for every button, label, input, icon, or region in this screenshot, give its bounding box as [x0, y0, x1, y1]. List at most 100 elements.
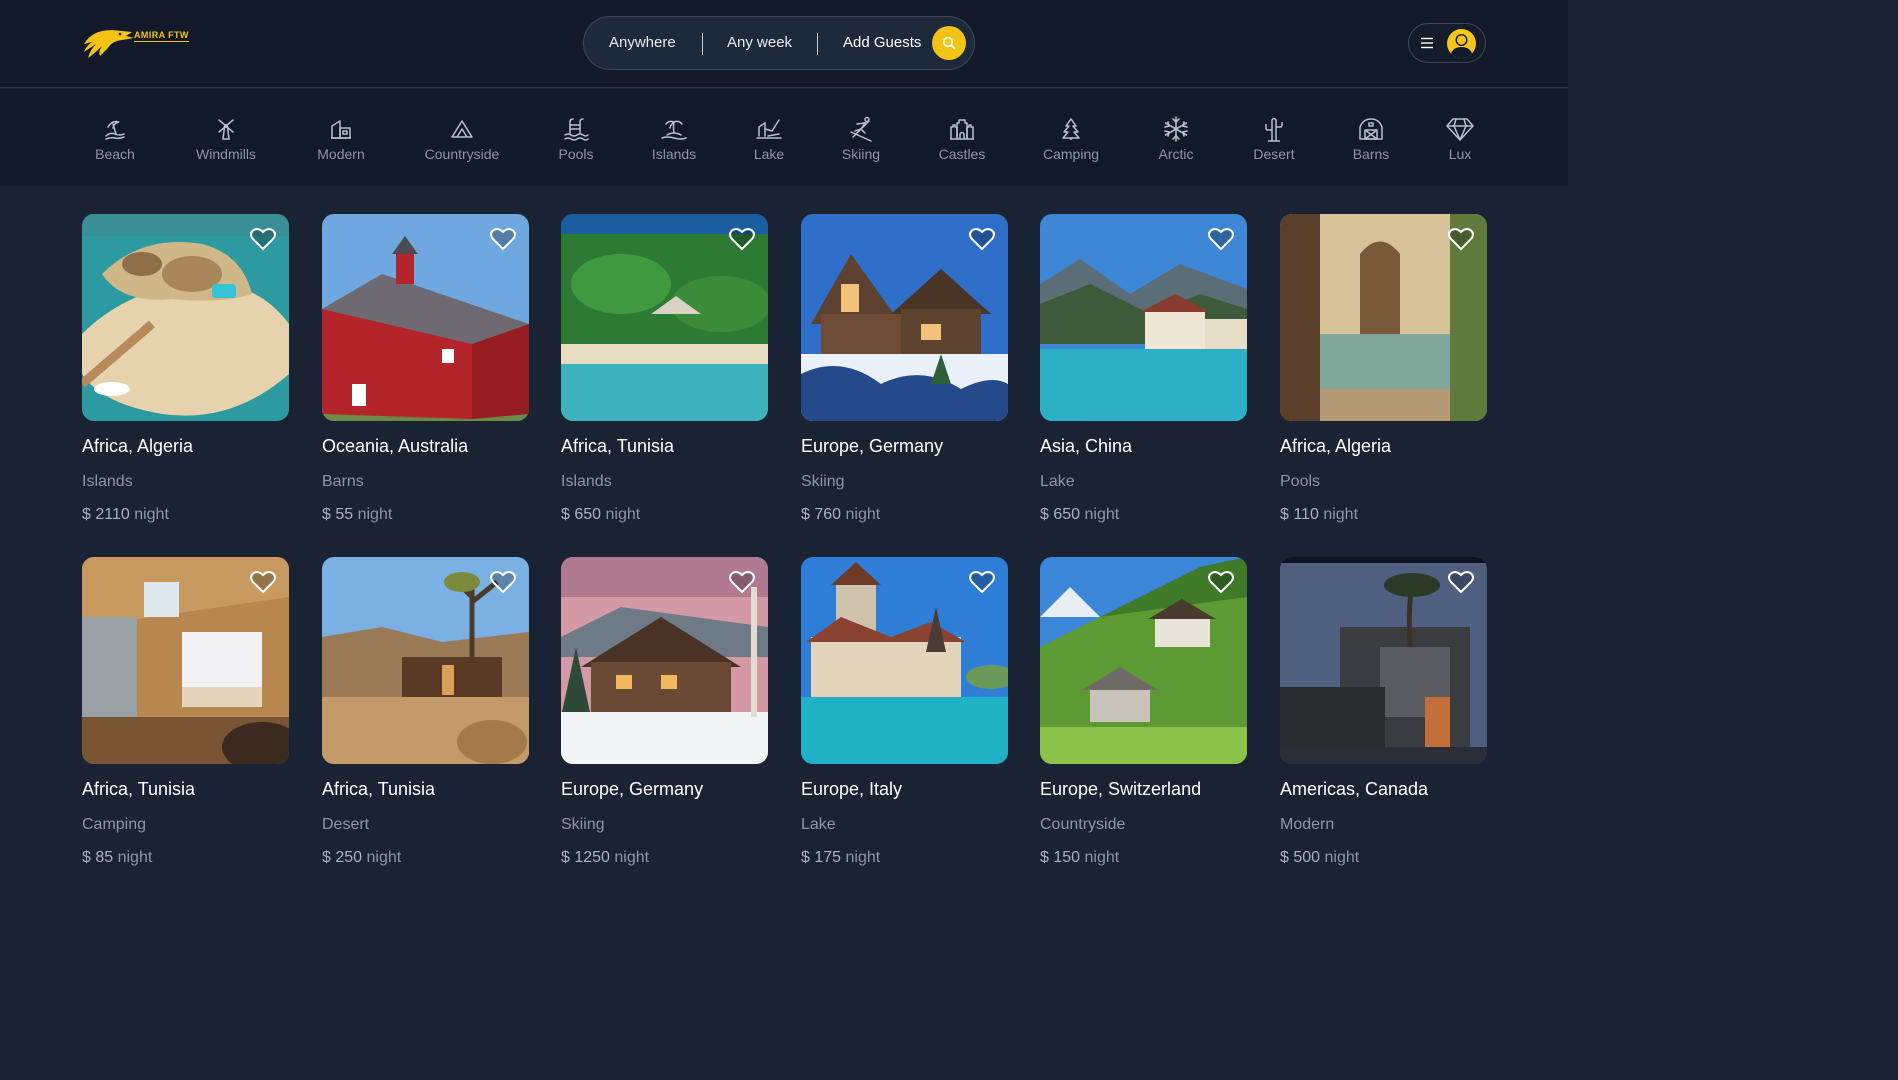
category-modern[interactable]: Modern	[311, 89, 371, 186]
category-windmills[interactable]: Windmills	[186, 89, 266, 186]
search-bar[interactable]: Anywhere Any week Add Guests	[583, 16, 975, 70]
listing-category: Lake	[1040, 473, 1075, 490]
heart-icon[interactable]	[1448, 227, 1474, 251]
listing-photo[interactable]	[82, 214, 289, 421]
listing-photo[interactable]	[1040, 557, 1247, 764]
search-week-button[interactable]: Any week	[727, 34, 792, 51]
listing-photo[interactable]	[1040, 214, 1247, 421]
category-barns[interactable]: Barns	[1348, 89, 1394, 186]
category-castles[interactable]: Castles	[934, 89, 990, 186]
price-amount: $ 55	[322, 506, 354, 523]
category-skiing[interactable]: Skiing	[838, 89, 884, 186]
heart-icon[interactable]	[490, 570, 516, 594]
heart-icon[interactable]	[1208, 227, 1234, 251]
listing-category: Skiing	[801, 473, 845, 490]
avatar	[1447, 29, 1476, 58]
price-amount: $ 760	[801, 506, 842, 523]
category-label: Modern	[317, 146, 365, 162]
heart-icon[interactable]	[1208, 570, 1234, 594]
listing-price: $ 55 night	[322, 506, 529, 524]
listing-card[interactable]: Africa, Tunisia Camping $ 85 night	[82, 557, 289, 867]
heart-icon[interactable]	[250, 227, 276, 251]
category-countryside[interactable]: Countryside	[418, 89, 506, 186]
listing-price: $ 650 night	[561, 506, 768, 524]
price-unit: night	[357, 506, 393, 523]
listing-photo[interactable]	[561, 214, 768, 421]
lake-icon	[756, 119, 782, 139]
price-amount: $ 150	[1040, 849, 1081, 866]
listing-card[interactable]: Oceania, Australia Barns $ 55 night	[322, 214, 529, 524]
listing-category: Islands	[82, 473, 133, 490]
listing-price: $ 760 night	[801, 506, 1008, 524]
category-desert[interactable]: Desert	[1247, 89, 1301, 186]
category-label: Arctic	[1158, 146, 1194, 162]
castle-icon	[950, 119, 974, 140]
listing-card[interactable]: Americas, Canada Modern $ 500 night	[1280, 557, 1487, 867]
listing-price: $ 650 night	[1040, 506, 1247, 524]
listing-category: Lake	[801, 816, 836, 833]
category-lux[interactable]: Lux	[1442, 89, 1478, 186]
price-unit: night	[1323, 506, 1359, 523]
listing-location: Africa, Algeria	[1280, 436, 1392, 456]
listing-card[interactable]: Europe, Switzerland Countryside $ 150 ni…	[1040, 557, 1247, 867]
listing-photo[interactable]	[561, 557, 768, 764]
user-menu-button[interactable]	[1408, 23, 1486, 63]
category-beach[interactable]: Beach	[82, 89, 148, 186]
category-label: Beach	[95, 146, 135, 162]
listing-card[interactable]: Europe, Italy Lake $ 175 night	[801, 557, 1008, 867]
listing-photo[interactable]	[82, 557, 289, 764]
price-amount: $ 2110	[82, 506, 130, 523]
heart-icon[interactable]	[250, 570, 276, 594]
listing-price: $ 85 night	[82, 849, 289, 867]
listing-photo[interactable]	[322, 557, 529, 764]
listing-card[interactable]: Africa, Algeria Pools $ 110 night	[1280, 214, 1487, 524]
listing-category: Countryside	[1040, 816, 1126, 833]
category-camping[interactable]: Camping	[1038, 89, 1104, 186]
search-submit-button[interactable]	[932, 26, 966, 60]
brand-logo[interactable]: AMIRA FTW	[82, 24, 202, 62]
listing-location: Europe, Germany	[561, 779, 704, 799]
search-anywhere-button[interactable]: Anywhere	[609, 34, 676, 51]
listing-photo[interactable]	[322, 214, 529, 421]
heart-icon[interactable]	[1448, 570, 1474, 594]
heart-icon[interactable]	[969, 570, 995, 594]
listing-location: Europe, Switzerland	[1040, 779, 1202, 799]
listing-photo[interactable]	[1280, 557, 1487, 764]
listing-card[interactable]: Africa, Algeria Islands $ 2110 night	[82, 214, 289, 524]
listing-photo[interactable]	[801, 214, 1008, 421]
price-unit: night	[1324, 849, 1360, 866]
snowflake-icon	[1164, 116, 1188, 142]
listing-category: Skiing	[561, 816, 605, 833]
category-label: Countryside	[424, 146, 500, 162]
category-islands[interactable]: Islands	[645, 89, 703, 186]
price-unit: night	[614, 849, 650, 866]
category-arctic[interactable]: Arctic	[1152, 89, 1200, 186]
listing-price: $ 250 night	[322, 849, 529, 867]
heart-icon[interactable]	[490, 227, 516, 251]
listing-card[interactable]: Africa, Tunisia Islands $ 650 night	[561, 214, 768, 524]
category-label: Lux	[1448, 146, 1472, 162]
listing-category: Camping	[82, 816, 147, 833]
camping-icon	[1062, 118, 1080, 140]
heart-icon[interactable]	[969, 227, 995, 251]
eagle-logo-icon	[84, 30, 134, 58]
listing-card[interactable]: Africa, Tunisia Desert $ 250 night	[322, 557, 529, 867]
search-guests-button[interactable]: Add Guests	[843, 34, 921, 51]
category-pools[interactable]: Pools	[551, 89, 601, 186]
listing-price: $ 110 night	[1280, 506, 1487, 524]
search-divider	[702, 33, 703, 55]
listing-photo[interactable]	[1280, 214, 1487, 421]
price-amount: $ 250	[322, 849, 363, 866]
listing-category: Islands	[561, 473, 612, 490]
heart-icon[interactable]	[729, 570, 755, 594]
price-amount: $ 85	[82, 849, 114, 866]
category-lake[interactable]: Lake	[747, 89, 791, 186]
listing-card[interactable]: Asia, China Lake $ 650 night	[1040, 214, 1247, 524]
listing-photo[interactable]	[801, 557, 1008, 764]
listing-price: $ 175 night	[801, 849, 1008, 867]
search-icon	[942, 36, 956, 50]
heart-icon[interactable]	[729, 227, 755, 251]
listing-card[interactable]: Europe, Germany Skiing $ 760 night	[801, 214, 1008, 524]
listing-card[interactable]: Europe, Germany Skiing $ 1250 night	[561, 557, 768, 867]
top-navbar: AMIRA FTW Anywhere Any week Add Guests	[0, 0, 1568, 88]
